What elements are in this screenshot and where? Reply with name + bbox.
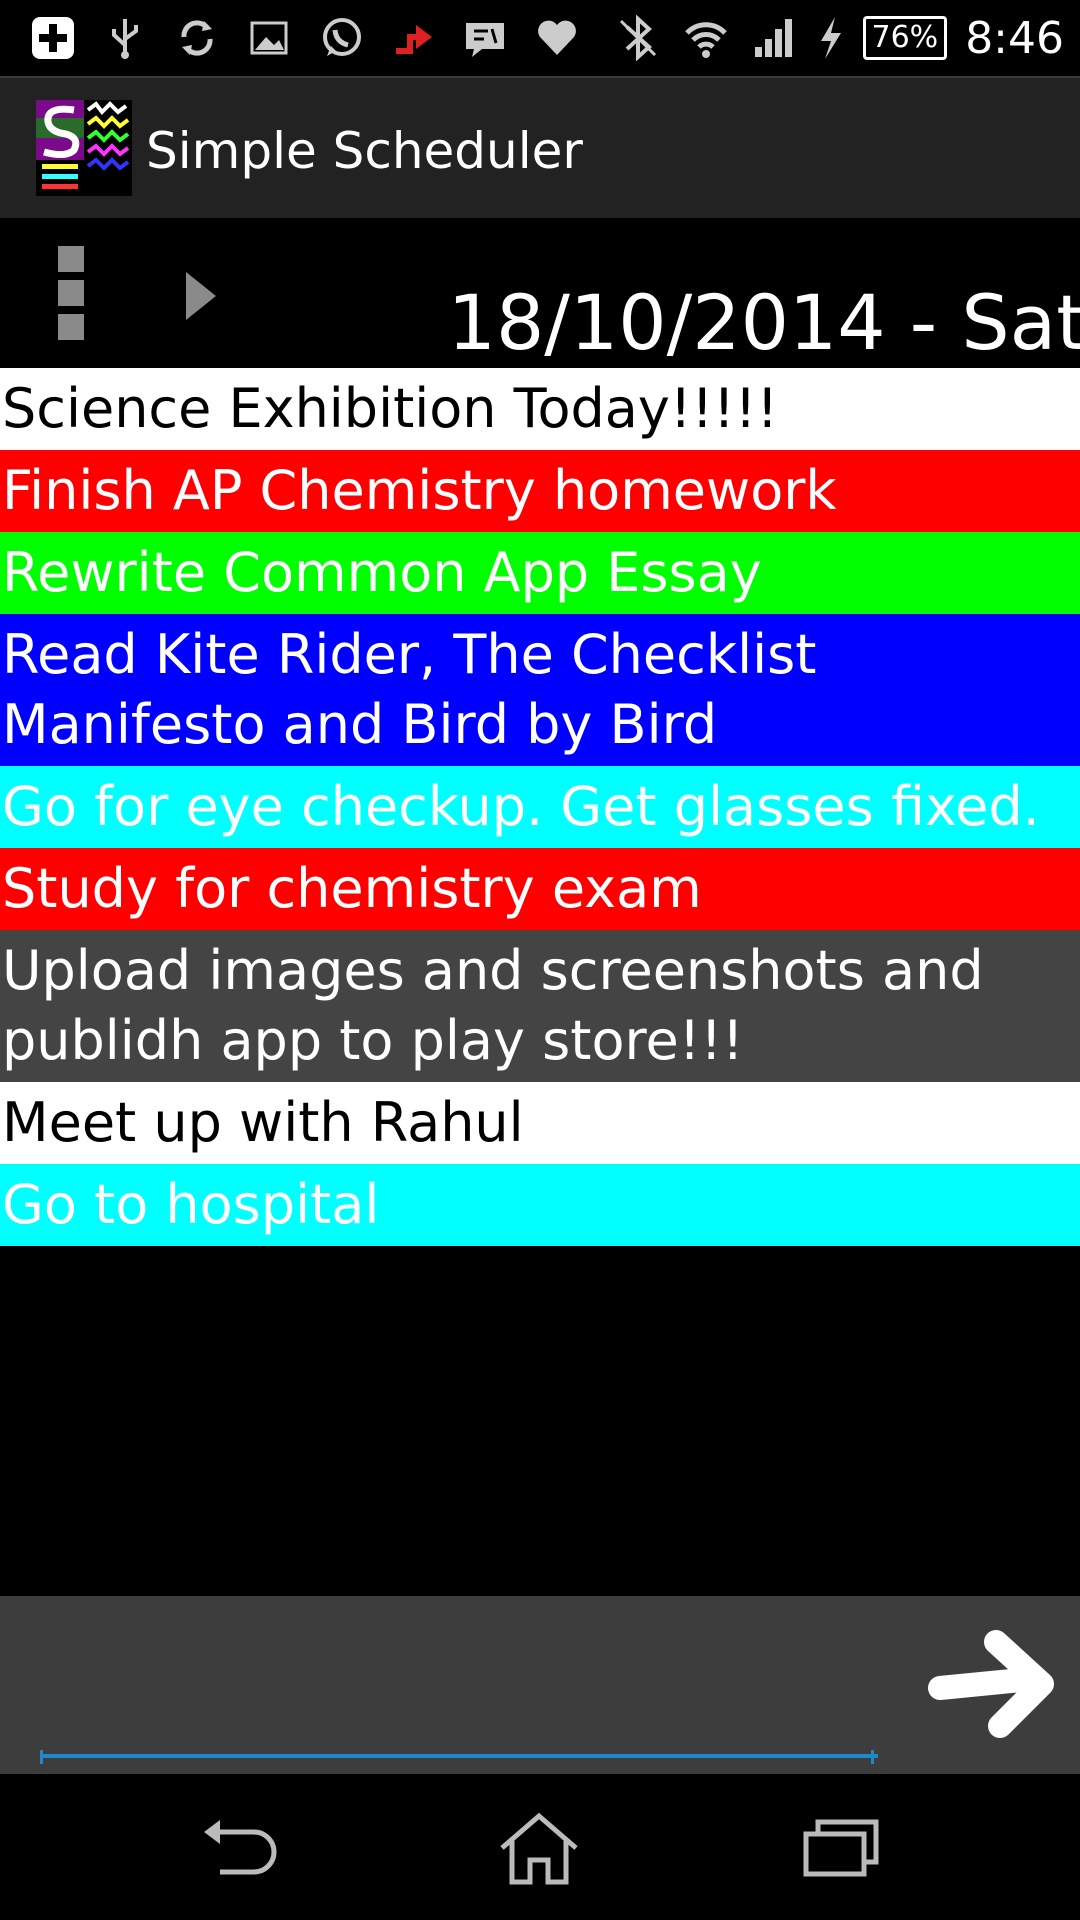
- input-bar: [0, 1596, 1080, 1774]
- status-bar: 76% 8:46: [0, 0, 1080, 76]
- task-item[interactable]: Finish AP Chemistry homework: [0, 450, 1080, 532]
- heart-icon: [532, 13, 582, 63]
- message-icon: [460, 13, 510, 63]
- input-underline-right: [871, 1750, 874, 1764]
- task-item[interactable]: Go to hospital: [0, 1164, 1080, 1246]
- task-item[interactable]: Rewrite Common App Essay: [0, 532, 1080, 614]
- sync-icon: [172, 13, 222, 63]
- image-icon: [244, 13, 294, 63]
- whatsapp-icon: [316, 13, 366, 63]
- task-item[interactable]: Science Exhibition Today!!!!!: [0, 368, 1080, 450]
- usb-icon: [100, 13, 150, 63]
- current-date[interactable]: 18/10/2014 - Sat: [448, 278, 1080, 367]
- task-item[interactable]: Go for eye checkup. Get glasses fixed.: [0, 766, 1080, 848]
- task-list: Science Exhibition Today!!!!! Finish AP C…: [0, 368, 1080, 1246]
- input-underline-left: [40, 1750, 43, 1764]
- recent-apps-icon[interactable]: [796, 1810, 886, 1886]
- navigation-bar: [0, 1774, 1080, 1920]
- new-task-input[interactable]: [40, 1636, 878, 1758]
- next-day-icon[interactable]: [182, 268, 222, 324]
- home-icon[interactable]: [494, 1810, 584, 1886]
- date-bar: 18/10/2014 - Sat: [0, 218, 1080, 368]
- task-item[interactable]: Upload images and screenshots and publid…: [0, 930, 1080, 1082]
- task-item[interactable]: Read Kite Rider, The Checklist Manifesto…: [0, 614, 1080, 766]
- charging-icon: [817, 13, 845, 63]
- upload-icon: [388, 13, 438, 63]
- status-clock: 8:46: [965, 12, 1064, 64]
- overflow-menu-icon[interactable]: [58, 246, 92, 346]
- task-item[interactable]: Study for chemistry exam: [0, 848, 1080, 930]
- battery-level: 76%: [862, 16, 948, 60]
- signal-icon: [749, 13, 799, 63]
- wifi-icon: [681, 13, 731, 63]
- arrow-right-icon: [928, 1630, 1054, 1738]
- action-bar: Simple Scheduler: [0, 76, 1080, 220]
- add-task-button[interactable]: [926, 1626, 1060, 1746]
- back-icon[interactable]: [198, 1810, 288, 1886]
- bluetooth-off-icon: [613, 13, 663, 63]
- task-item[interactable]: Meet up with Rahul: [0, 1082, 1080, 1164]
- plus-notification-icon: [28, 13, 78, 63]
- app-logo-icon[interactable]: [36, 100, 132, 196]
- app-title: Simple Scheduler: [146, 122, 583, 180]
